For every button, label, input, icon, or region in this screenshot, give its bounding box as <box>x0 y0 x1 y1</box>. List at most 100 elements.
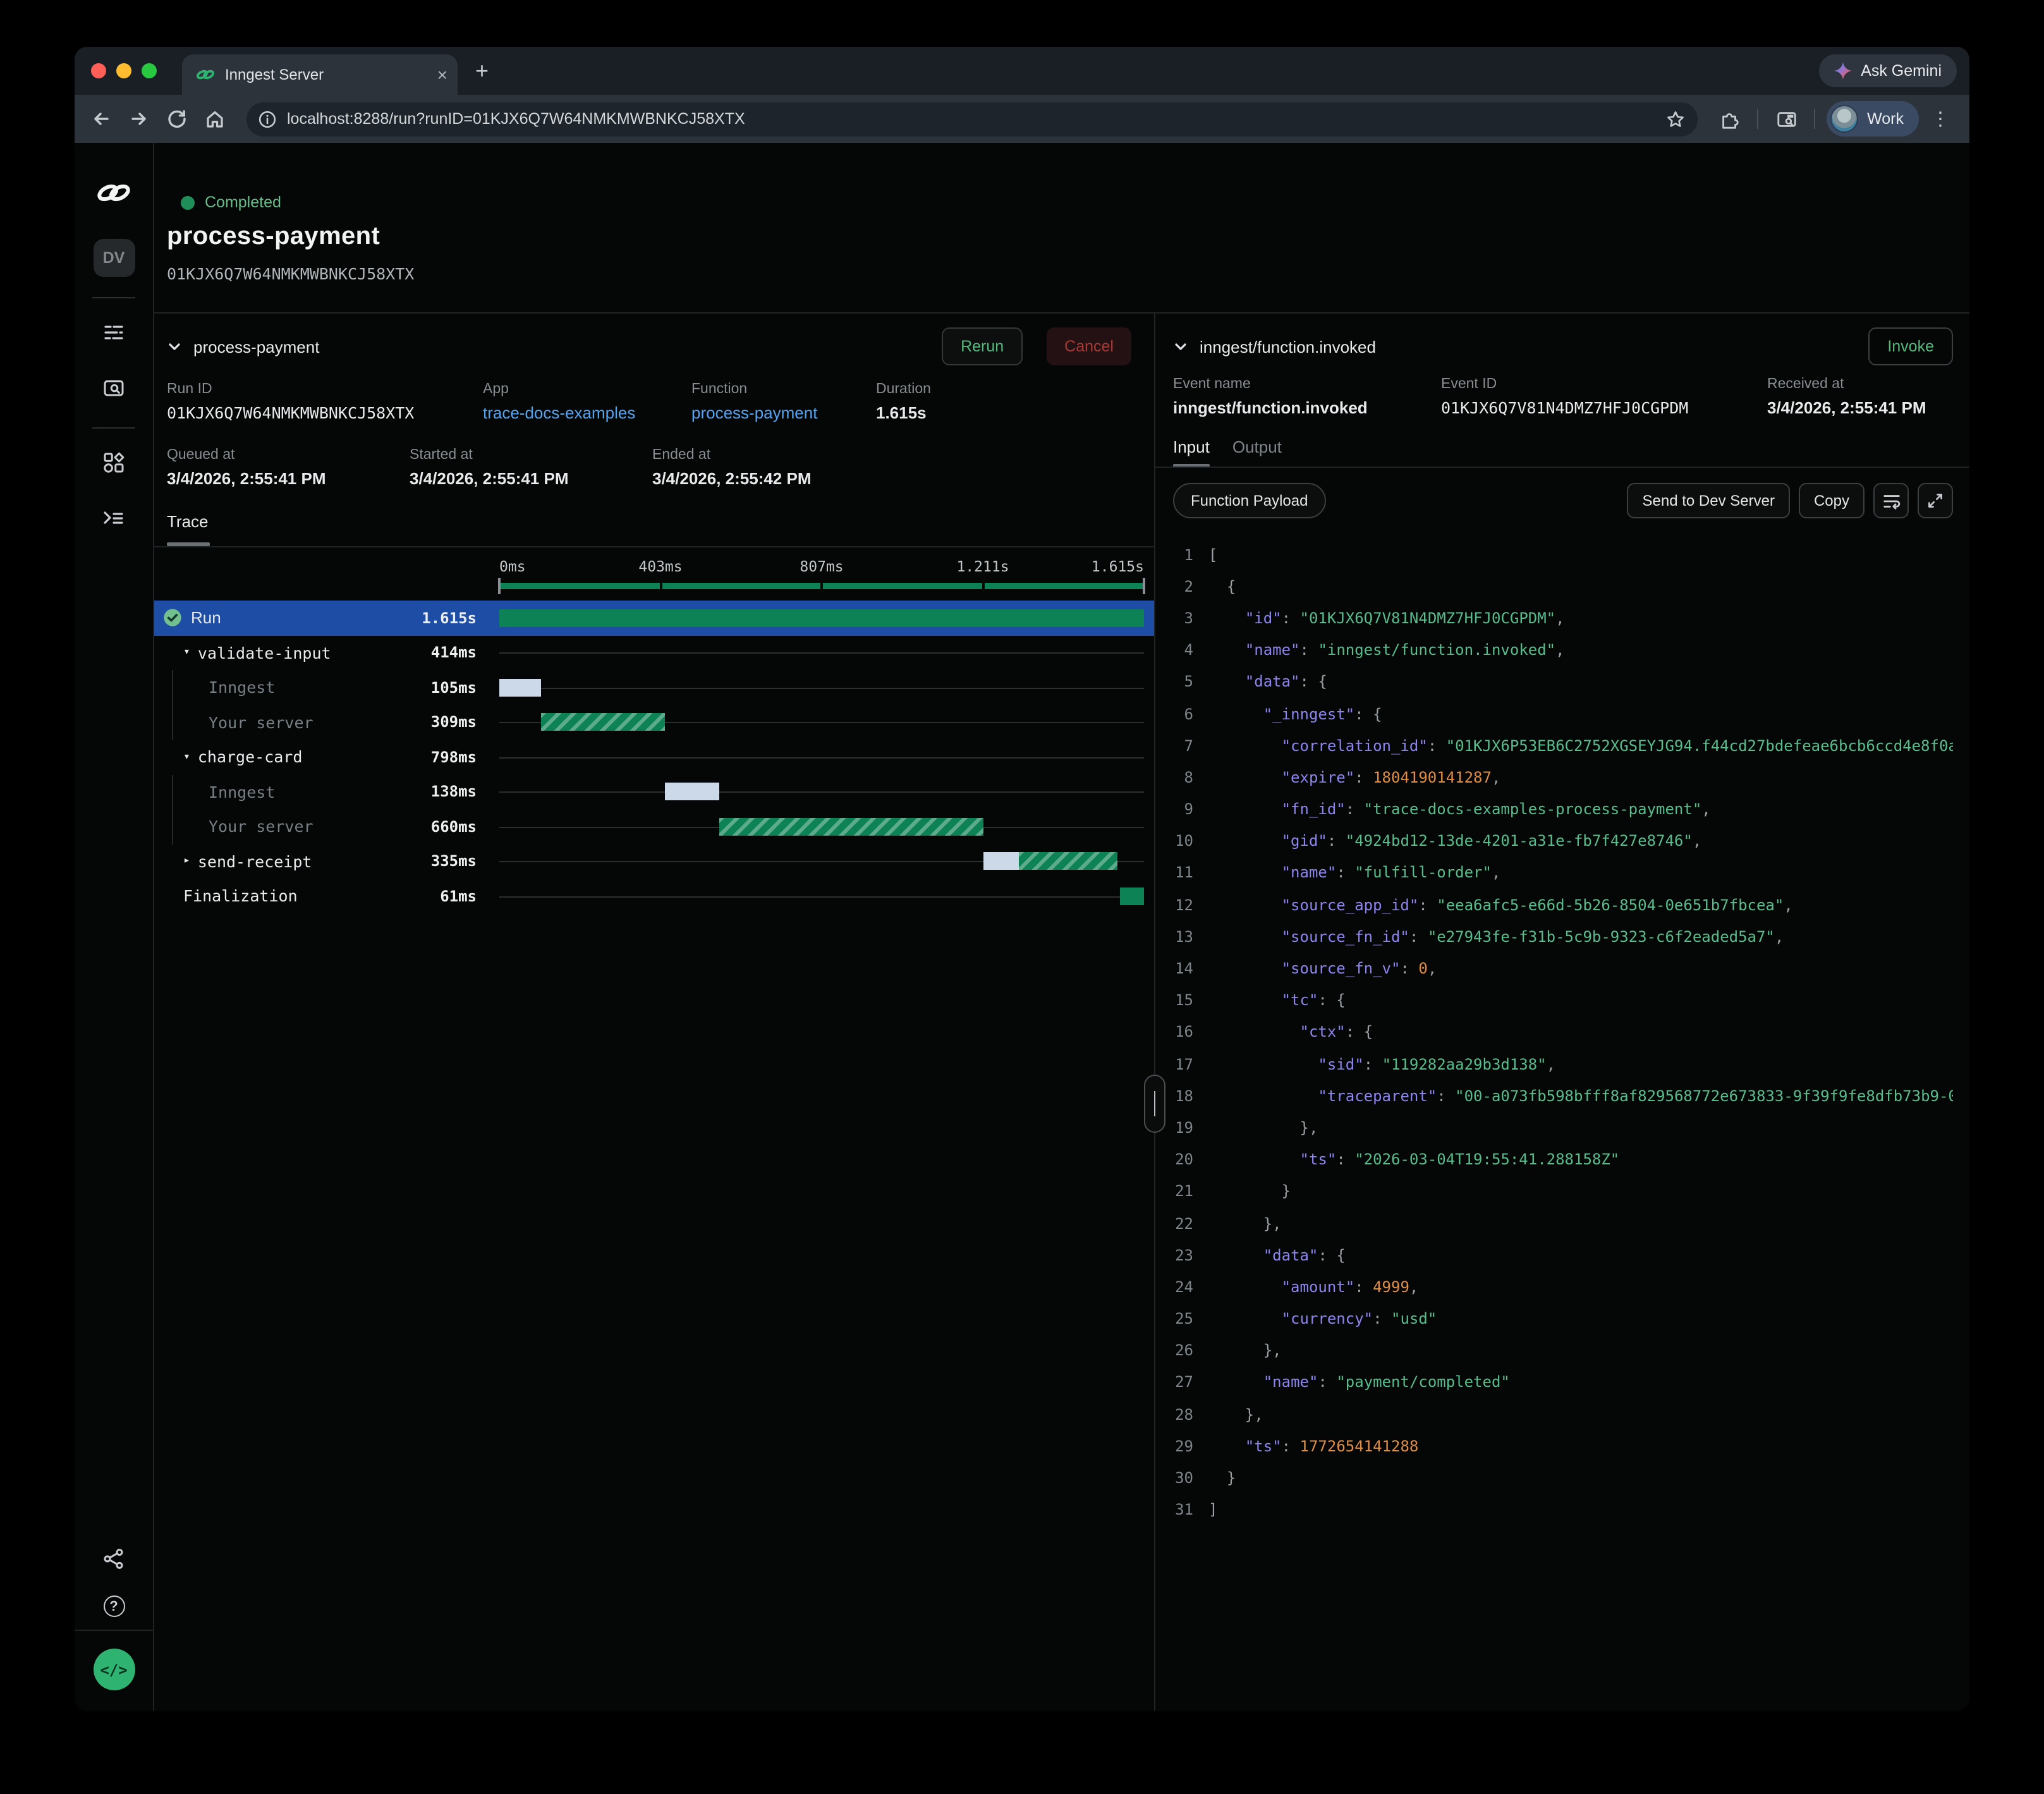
span-bar-exec[interactable] <box>541 714 664 731</box>
code-line: 15 "tc": { <box>1173 984 1900 1016</box>
run-details-row-1: Run ID 01KJX6Q7W64NMKMWBNKCJ58XTX App tr… <box>167 382 1154 422</box>
span-bar-exec[interactable] <box>720 818 983 836</box>
trace-minimap[interactable] <box>499 578 1144 594</box>
code-line: 12 "source_app_id": "eea6afc5-e66d-5b26-… <box>1173 889 1900 920</box>
side-panel-search-icon[interactable] <box>1770 102 1803 135</box>
profile-button[interactable]: Work <box>1827 101 1919 137</box>
function-payload-pill[interactable]: Function Payload <box>1173 483 1325 518</box>
code-line-text: } <box>1208 1183 1291 1200</box>
span-bar-queue[interactable] <box>499 679 541 697</box>
bookmark-star-icon[interactable] <box>1666 109 1685 128</box>
span-bar-exec[interactable] <box>1018 853 1118 870</box>
code-line: 7 "correlation_id": "01KJX6P53EB6C2752XG… <box>1173 729 1900 761</box>
field-label: Event name <box>1173 377 1441 392</box>
code-line-text: "data": { <box>1208 1246 1346 1264</box>
back-icon[interactable] <box>85 102 118 135</box>
trace-row[interactable]: Your server309ms <box>154 705 1154 740</box>
trace-row[interactable]: Finalization61ms <box>154 879 1154 913</box>
url-text[interactable]: localhost:8288/run?runID=01KJX6Q7W64NMKM… <box>287 110 1656 128</box>
minimize-window-button[interactable] <box>116 63 131 78</box>
status-row: Completed <box>181 193 1969 211</box>
runs-list-icon[interactable] <box>92 314 135 351</box>
forward-icon[interactable] <box>123 102 155 135</box>
line-number: 19 <box>1173 1119 1193 1137</box>
apps-icon[interactable] <box>92 444 135 482</box>
tab-output[interactable]: Output <box>1232 437 1282 468</box>
event-header[interactable]: inngest/function.invoked Invoke <box>1173 314 1953 367</box>
browser-tabstrip: Inngest Server × + Ask Gemini <box>75 47 1969 95</box>
browser-tab[interactable]: Inngest Server × <box>182 54 458 95</box>
chevron-down-icon[interactable] <box>1173 339 1188 354</box>
invoke-button[interactable]: Invoke <box>1868 327 1953 365</box>
collapse-triangle-icon[interactable]: ▾ <box>183 751 190 764</box>
collapse-triangle-icon[interactable]: ▾ <box>183 647 190 659</box>
function-link[interactable]: process-payment <box>691 403 876 422</box>
share-feedback-icon[interactable] <box>92 1540 135 1578</box>
event-search-icon[interactable] <box>92 369 135 407</box>
tabs-border <box>154 546 1154 547</box>
code-line: 16 "ctx": { <box>1173 1016 1900 1048</box>
minimap-tick <box>820 582 823 590</box>
toolbar-separator <box>1814 109 1815 129</box>
trace-row[interactable]: ▸send-receipt335ms <box>154 844 1154 879</box>
maximize-window-button[interactable] <box>142 63 157 78</box>
payload-toolbar: Function Payload Send to Dev Server Copy <box>1173 483 1953 518</box>
word-wrap-icon[interactable] <box>1873 483 1909 518</box>
copy-button[interactable]: Copy <box>1799 483 1865 518</box>
run-card-header[interactable]: process-payment Rerun Cancel <box>154 314 1154 367</box>
trace-row[interactable]: Inngest138ms <box>154 774 1154 809</box>
code-line-text: "source_fn_v": 0, <box>1208 960 1437 977</box>
ask-gemini-button[interactable]: Ask Gemini <box>1819 54 1957 87</box>
dev-console-icon[interactable] <box>92 499 135 537</box>
expand-triangle-icon[interactable]: ▸ <box>183 855 190 868</box>
trace-row[interactable]: Your server660ms <box>154 809 1154 844</box>
pane-resize-handle[interactable] <box>1144 1075 1165 1133</box>
help-icon[interactable]: ? <box>103 1596 125 1617</box>
extensions-icon[interactable] <box>1713 102 1746 135</box>
tab-trace[interactable]: Trace <box>167 511 1154 546</box>
site-info-icon[interactable] <box>258 109 277 128</box>
line-number: 3 <box>1173 609 1193 627</box>
span-bar-queue[interactable] <box>983 853 1018 870</box>
code-line: 19 }, <box>1173 1112 1900 1144</box>
app-link[interactable]: trace-docs-examples <box>483 403 691 422</box>
expand-icon[interactable] <box>1918 483 1953 518</box>
field-label: Ended at <box>652 448 1154 463</box>
send-to-dev-server-button[interactable]: Send to Dev Server <box>1627 483 1790 518</box>
code-line-text: "expire": 1804190141287, <box>1208 769 1500 786</box>
home-icon[interactable] <box>198 102 231 135</box>
line-number: 2 <box>1173 578 1193 595</box>
span-bar-solid[interactable] <box>1119 888 1144 905</box>
trace-row[interactable]: Run 1.615s <box>154 601 1154 635</box>
span-bar-solid[interactable] <box>499 609 1144 627</box>
minimap-tick <box>1143 578 1145 594</box>
span-bar-queue[interactable] <box>664 783 719 801</box>
browser-menu-kebab-icon[interactable]: ⋮ <box>1924 102 1957 135</box>
axis-tick-label: 1.211s <box>956 558 1009 575</box>
inngest-app: DV ? <box>75 143 1969 1711</box>
trace-row-label: Run <box>191 609 221 628</box>
url-bar[interactable]: localhost:8288/run?runID=01KJX6Q7W64NMKM… <box>246 102 1698 136</box>
close-window-button[interactable] <box>91 63 106 78</box>
trace-row-name: Run <box>154 601 363 635</box>
trace-row[interactable]: ▾charge-card798ms <box>154 740 1154 774</box>
payload-code-editor[interactable]: 1[2 {3 "id": "01KJX6Q7V81N4DMZ7HFJ0CGPDM… <box>1173 539 1953 1526</box>
tab-input[interactable]: Input <box>1173 437 1210 468</box>
rerun-button[interactable]: Rerun <box>942 327 1023 365</box>
trace-row-duration: 1.615s <box>363 609 477 627</box>
chevron-down-icon[interactable] <box>167 339 182 354</box>
trace-row[interactable]: ▾validate-input414ms <box>154 635 1154 670</box>
started-at-value: 3/4/2026, 2:55:41 PM <box>410 469 652 488</box>
code-line-text: "fn_id": "trace-docs-examples-process-pa… <box>1208 800 1711 818</box>
dev-tools-fab-button[interactable]: </> <box>93 1649 135 1690</box>
new-tab-button[interactable]: + <box>475 59 489 82</box>
line-number: 29 <box>1173 1437 1193 1455</box>
tab-close-icon[interactable]: × <box>437 66 447 83</box>
app-badge-dv[interactable]: DV <box>93 239 135 277</box>
inngest-logo-icon[interactable] <box>92 173 135 211</box>
axis-tick-label: 403ms <box>638 558 682 575</box>
page-title: process-payment <box>167 223 1969 252</box>
reload-icon[interactable] <box>161 102 193 135</box>
line-number: 23 <box>1173 1246 1193 1264</box>
trace-row[interactable]: Inngest105ms <box>154 670 1154 705</box>
